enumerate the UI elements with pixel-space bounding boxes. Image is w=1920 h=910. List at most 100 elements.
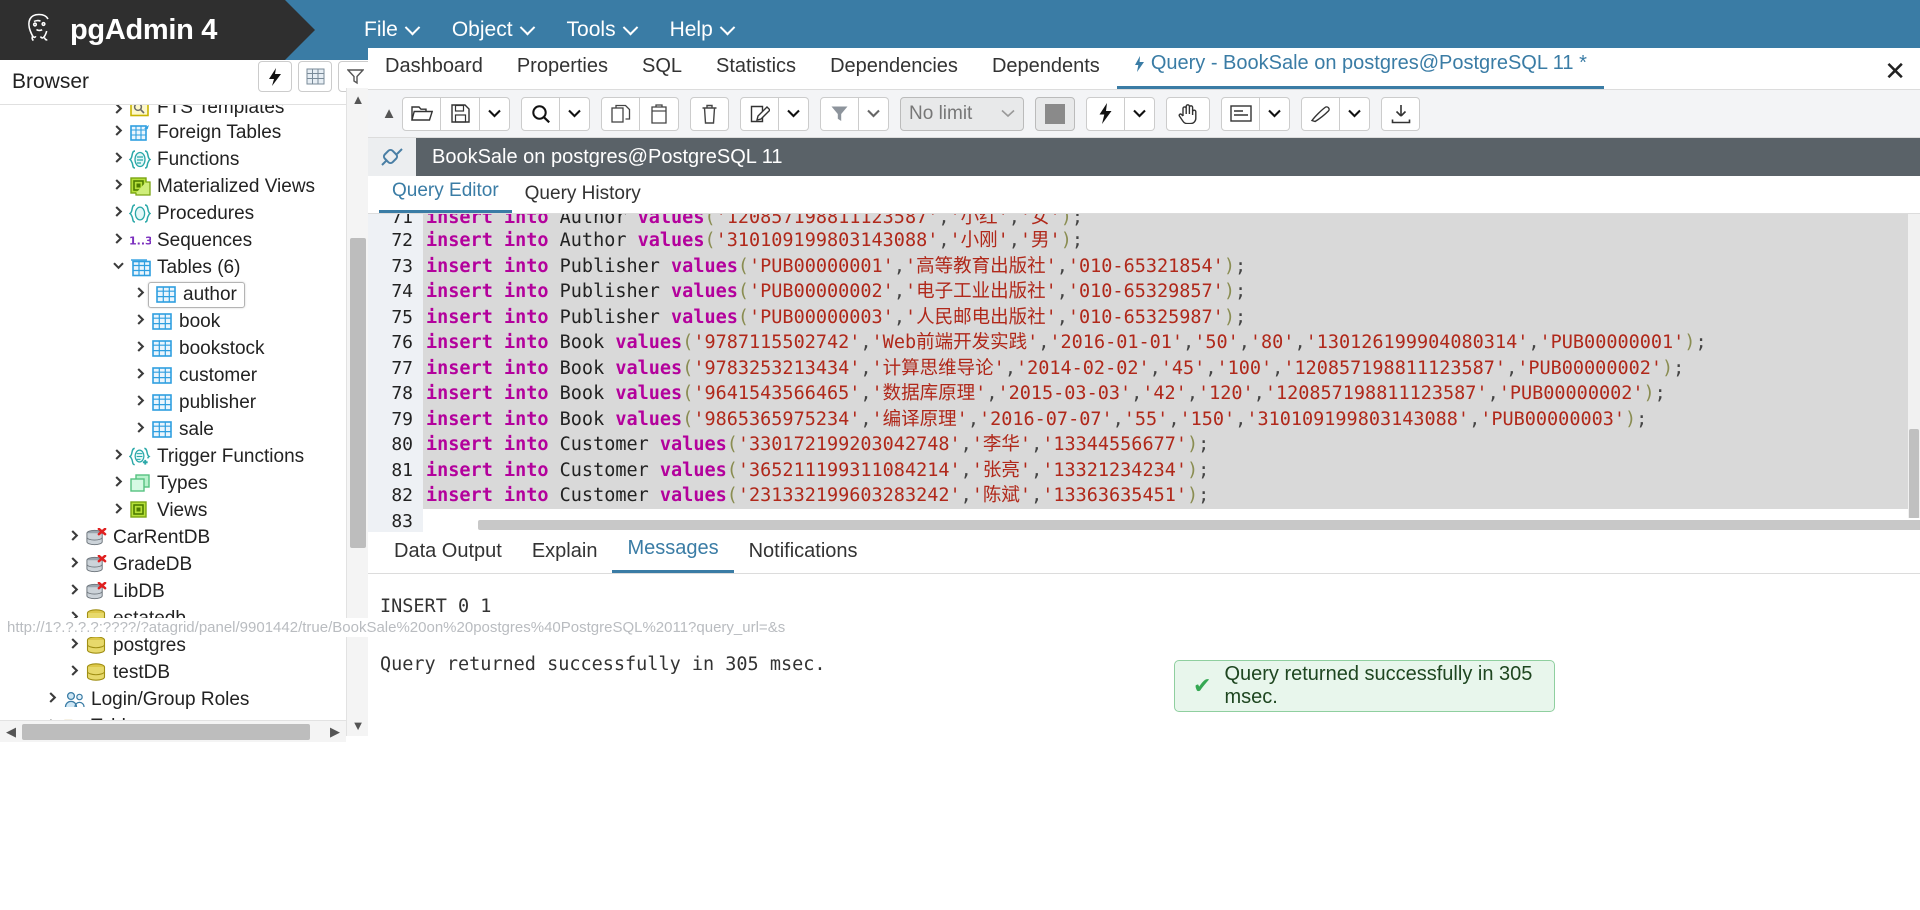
chevron-right-icon[interactable] (132, 340, 148, 357)
clear-dropdown-button[interactable] (1340, 96, 1370, 131)
tab-statistics[interactable]: Statistics (699, 49, 813, 89)
stop-button[interactable] (1035, 96, 1075, 131)
scroll-left-icon[interactable]: ◀ (0, 721, 22, 743)
tree-item-bookstock[interactable]: bookstock (0, 335, 345, 362)
chevron-right-icon[interactable] (110, 232, 126, 249)
tab-data-output[interactable]: Data Output (379, 534, 517, 573)
editor-vertical-scrollbar[interactable] (1908, 214, 1920, 532)
tree-item-content[interactable]: customer (148, 365, 257, 387)
code-line[interactable]: insert into Publisher values('PUB0000000… (423, 304, 1920, 330)
sidebar-horizontal-scrollbar[interactable]: ◀ ▶ (0, 720, 346, 742)
scroll-right-icon[interactable]: ▶ (324, 721, 346, 743)
tree-item-trigger-functions[interactable]: Trigger Functions (0, 443, 345, 470)
tab-properties[interactable]: Properties (500, 49, 625, 89)
chevron-right-icon[interactable] (66, 583, 82, 600)
find-button[interactable] (521, 96, 560, 131)
tab-query-history[interactable]: Query History (512, 178, 654, 213)
tree-item-content[interactable]: Foreign Tables (126, 122, 281, 144)
success-toast[interactable]: ✔ Query returned successfully in 305 mse… (1174, 660, 1555, 712)
edit-dropdown-button[interactable] (779, 96, 809, 131)
tree-item-content[interactable]: Procedures (126, 203, 254, 225)
tree-item-author[interactable]: author (0, 281, 345, 308)
delete-button[interactable] (690, 96, 729, 131)
menu-tools[interactable]: Tools (550, 10, 653, 50)
tree-item-procedures[interactable]: Procedures (0, 200, 345, 227)
macros-button[interactable] (1166, 96, 1210, 131)
tree-item-testdb[interactable]: testDB (0, 659, 345, 686)
chevron-right-icon[interactable] (110, 448, 126, 465)
tab-query-editor[interactable]: Query Editor (379, 175, 512, 213)
tree-item-sale[interactable]: sale (0, 416, 345, 443)
tab-dependencies[interactable]: Dependencies (813, 49, 975, 89)
download-button[interactable] (1381, 96, 1420, 131)
connection-icon[interactable] (368, 138, 416, 176)
chevron-right-icon[interactable] (132, 313, 148, 330)
sql-editor[interactable]: 71 72 73 74 75 76 77 78 79 80 81 82 83 insert into A… (368, 214, 1920, 532)
tab-query[interactable]: Query - BookSale on postgres@PostgreSQL … (1116, 46, 1604, 89)
tree-item-content[interactable]: GradeDB (82, 554, 192, 576)
tab-dashboard[interactable]: Dashboard (368, 49, 500, 89)
explain-dropdown-button[interactable] (1260, 96, 1290, 131)
tree-item-content[interactable]: postgres (82, 635, 186, 657)
tree-item-content[interactable]: testDB (82, 662, 170, 684)
chevron-right-icon[interactable] (110, 178, 126, 195)
execute-dropdown-button[interactable] (1125, 96, 1155, 131)
tree-item-content[interactable]: Login/Group Roles (60, 689, 249, 711)
tree-item-sequences[interactable]: 1..3 Sequences (0, 227, 345, 254)
chevron-down-icon[interactable] (110, 259, 126, 276)
tree-item-views[interactable]: Views (0, 497, 345, 524)
filter-dropdown-button[interactable] (859, 96, 889, 131)
view-data-button[interactable] (298, 61, 332, 92)
code-line[interactable]: insert into Book values('9783253213434',… (423, 355, 1920, 381)
tab-messages[interactable]: Messages (612, 531, 734, 573)
tree-item-materialized-views[interactable]: Materialized Views (0, 173, 345, 200)
open-file-button[interactable] (402, 96, 441, 131)
menu-help[interactable]: Help (653, 10, 750, 50)
chevron-right-icon[interactable] (110, 105, 126, 119)
tree-item-content[interactable]: Functions (126, 149, 239, 171)
tree-item-content[interactable]: book (148, 311, 220, 333)
scroll-up-icon[interactable]: ▲ (347, 88, 369, 110)
chevron-right-icon[interactable] (110, 475, 126, 492)
tree-item-content[interactable]: 1..3 Sequences (126, 230, 252, 252)
query-tool-button[interactable] (258, 61, 292, 92)
chevron-right-icon[interactable] (132, 421, 148, 438)
chevron-up-icon[interactable]: ▲ (376, 105, 402, 122)
tree-item-functions[interactable]: Functions (0, 146, 345, 173)
tree-item-content[interactable]: publisher (148, 392, 256, 414)
save-dropdown-button[interactable] (480, 96, 510, 131)
tree-item-foreign-tables[interactable]: Foreign Tables (0, 119, 345, 146)
execute-button[interactable] (1086, 96, 1125, 131)
find-dropdown-button[interactable] (560, 96, 590, 131)
filter-button[interactable] (820, 96, 859, 131)
code-line[interactable]: insert into Book values('9865365975234',… (423, 406, 1920, 432)
sidebar-vertical-scrollbar[interactable]: ▲ ▼ (346, 88, 368, 736)
tree-item-content[interactable]: Trigger Functions (126, 446, 304, 468)
chevron-right-icon[interactable] (110, 205, 126, 222)
chevron-right-icon[interactable] (132, 394, 148, 411)
tree-item-content[interactable]: bookstock (148, 338, 265, 360)
tab-dependents[interactable]: Dependents (975, 49, 1117, 89)
tree-item-content[interactable]: sale (148, 419, 214, 441)
code-line[interactable]: insert into Publisher values('PUB0000000… (423, 279, 1920, 305)
chevron-right-icon[interactable] (66, 637, 82, 654)
chevron-right-icon[interactable] (110, 151, 126, 168)
chevron-right-icon[interactable] (132, 367, 148, 384)
tree-item-login-group-roles[interactable]: Login/Group Roles (0, 686, 345, 713)
tab-sql[interactable]: SQL (625, 49, 699, 89)
scrollbar-thumb[interactable] (350, 238, 366, 548)
clear-button[interactable] (1301, 96, 1340, 131)
tree-item-content[interactable]: CarRentDB (82, 527, 210, 549)
tree-item-types[interactable]: Types (0, 470, 345, 497)
tree-item-content[interactable]: Types (126, 473, 208, 495)
close-tab-button[interactable]: ✕ (1884, 56, 1906, 87)
chevron-right-icon[interactable] (132, 286, 148, 303)
tab-notifications[interactable]: Notifications (734, 534, 873, 573)
menu-file[interactable]: File (347, 10, 435, 50)
edit-button[interactable] (740, 96, 779, 131)
code-line[interactable]: insert into Book values('9787115502742',… (423, 330, 1920, 356)
code-line[interactable]: insert into Publisher values('PUB0000000… (423, 253, 1920, 279)
chevron-right-icon[interactable] (66, 556, 82, 573)
tree-item-carrentdb[interactable]: CarRentDB (0, 524, 345, 551)
scrollbar-thumb[interactable] (22, 724, 310, 740)
